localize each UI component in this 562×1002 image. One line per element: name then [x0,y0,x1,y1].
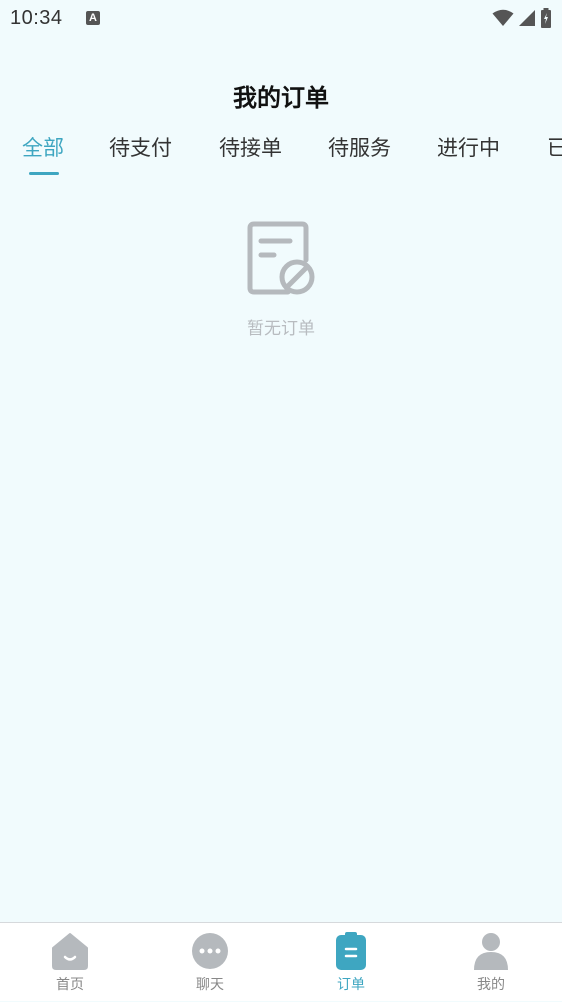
tab-all[interactable]: 全部 [22,132,64,162]
chat-icon [192,933,228,969]
tab-pending-service[interactable]: 待服务 [328,132,391,162]
page-title: 我的订单 [233,84,329,112]
wifi-icon [492,9,514,26]
tab-pending-payment[interactable]: 待支付 [109,132,172,162]
nav-label-chat: 聊天 [196,977,224,993]
bottom-nav: 首页 聊天 订单 我的 [0,922,562,1001]
status-time: 10:34 [10,7,63,29]
nav-item-profile[interactable]: 我的 [421,923,561,1002]
status-bar: 10:34 A [0,0,562,38]
tab-completed-partial[interactable]: 已 [547,132,562,162]
tab-pending-acceptance[interactable]: 待接单 [219,132,282,162]
empty-state-text: 暂无订单 [247,319,315,339]
order-status-tabs: 全部 待支付 待接单 待服务 进行中 已 [0,132,562,182]
nav-label-profile: 我的 [477,977,505,993]
cell-signal-icon [519,10,535,26]
nav-label-orders: 订单 [337,977,365,993]
tab-in-progress[interactable]: 进行中 [437,132,500,162]
nav-label-home: 首页 [56,977,84,993]
nav-item-chat[interactable]: 聊天 [140,923,280,1002]
battery-icon [541,8,551,28]
active-tab-indicator [29,172,59,175]
profile-icon [474,933,508,970]
nav-item-orders[interactable]: 订单 [281,923,421,1002]
notification-icon: A [86,11,100,25]
nav-item-home[interactable]: 首页 [0,923,140,1002]
orders-icon [336,932,366,970]
no-orders-icon [247,221,315,295]
home-icon [52,933,88,970]
status-indicators [492,8,552,28]
